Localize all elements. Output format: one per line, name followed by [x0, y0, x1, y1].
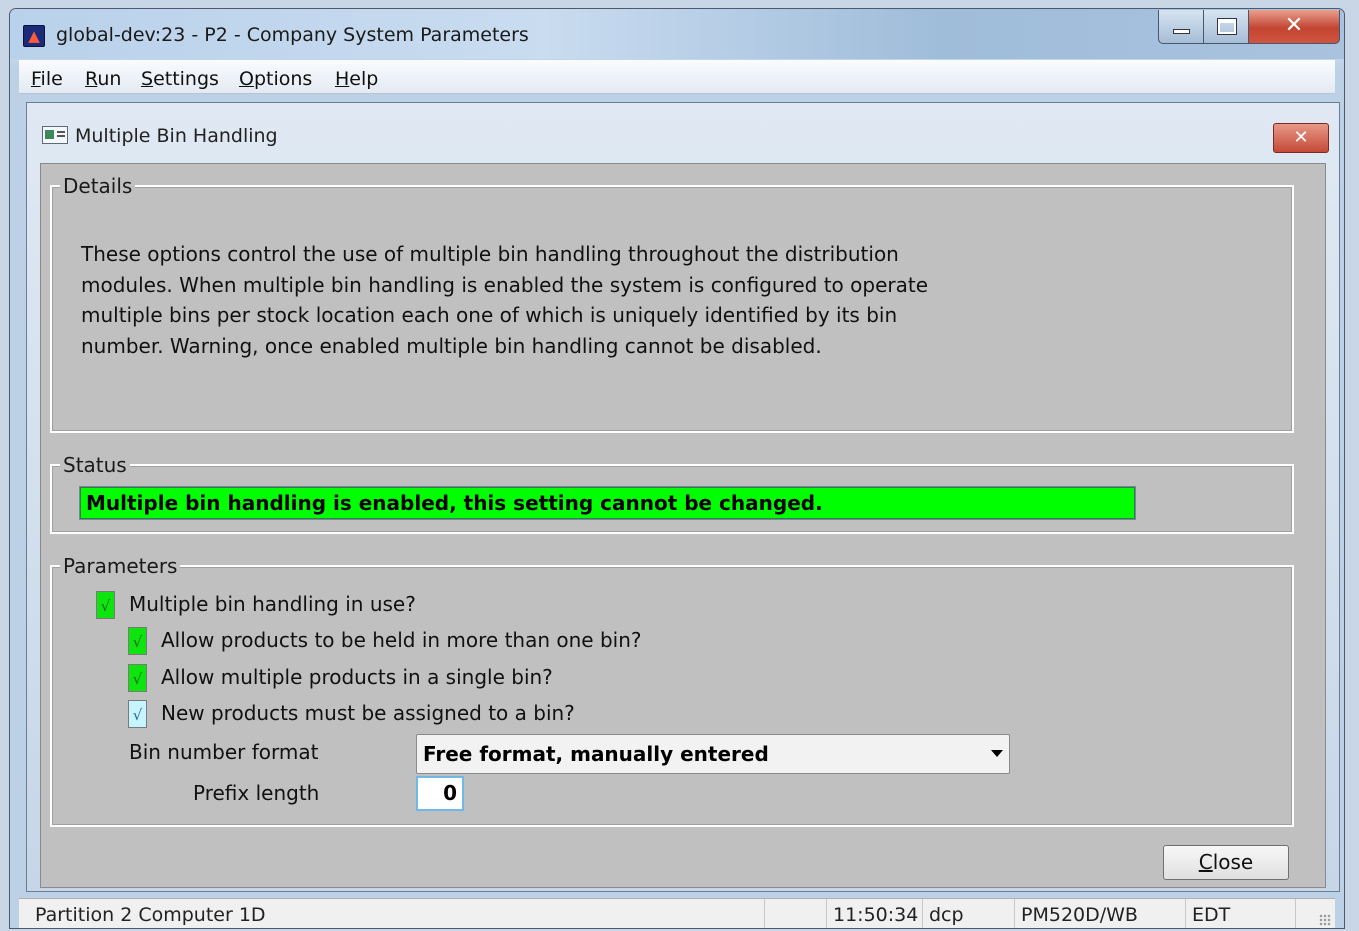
close-button[interactable]: Close — [1163, 845, 1289, 880]
prefix-length-input[interactable]: 0 — [416, 776, 464, 811]
status-user: dcp — [922, 899, 1014, 928]
window-titlebar[interactable]: ▲ global-dev:23 - P2 - Company System Pa… — [10, 9, 1344, 59]
bin-number-format-value: Free format, manually entered — [423, 742, 769, 766]
new-products-assigned-label: New products must be assigned to a bin? — [161, 701, 575, 725]
maximize-button[interactable] — [1203, 10, 1249, 44]
close-icon: ✕ — [1284, 13, 1304, 38]
minimize-button[interactable] — [1158, 10, 1204, 44]
prefix-length-label: Prefix length — [193, 781, 320, 805]
chevron-down-icon[interactable] — [991, 750, 1003, 757]
status-bar: Partition 2 Computer 1D 11:50:34 dcp PM5… — [19, 898, 1335, 928]
window-title: global-dev:23 - P2 - Company System Para… — [56, 24, 529, 46]
dialog-title: Multiple Bin Handling — [75, 125, 278, 147]
status-empty-cell — [764, 899, 826, 928]
menu-run[interactable]: Run — [85, 68, 121, 90]
parameters-group: Parameters √ Multiple bin handling in us… — [50, 555, 1294, 827]
parameters-group-title: Parameters — [60, 555, 181, 577]
status-partition: Partition 2 Computer 1D — [35, 904, 266, 926]
menu-help[interactable]: Help — [335, 68, 378, 90]
new-products-assigned-checkbox[interactable]: √ — [128, 700, 147, 728]
menu-options[interactable]: Options — [239, 68, 312, 90]
maximize-icon — [1217, 18, 1237, 35]
multiple-bin-in-use-label: Multiple bin handling in use? — [129, 592, 416, 616]
status-message: Multiple bin handling is enabled, this s… — [79, 486, 1136, 520]
app-window: ▲ global-dev:23 - P2 - Company System Pa… — [9, 8, 1345, 929]
form-icon — [42, 126, 68, 144]
status-program: PM520D/WB — [1014, 899, 1185, 928]
window-close-button[interactable]: ✕ — [1248, 10, 1340, 44]
multiple-products-single-bin-label: Allow multiple products in a single bin? — [161, 665, 553, 689]
bin-number-format-select[interactable]: Free format, manually entered — [416, 734, 1010, 774]
dialog-close-button[interactable]: ✕ — [1273, 123, 1329, 153]
multiple-products-single-bin-checkbox[interactable]: √ — [128, 664, 147, 692]
multiple-bin-handling-dialog: Multiple Bin Handling ✕ Details These op… — [26, 102, 1340, 892]
menu-settings[interactable]: Settings — [141, 68, 219, 90]
status-group: Status Multiple bin handling is enabled,… — [50, 454, 1294, 534]
status-group-title: Status — [60, 454, 130, 476]
dialog-client-area: Details These options control the use of… — [40, 163, 1326, 888]
minimize-icon — [1173, 29, 1190, 34]
products-more-than-one-bin-label: Allow products to be held in more than o… — [161, 628, 642, 652]
bin-number-format-label: Bin number format — [129, 740, 319, 764]
close-icon: ✕ — [1293, 127, 1309, 148]
details-group: Details These options control the use of… — [50, 175, 1294, 433]
details-text: These options control the use of multipl… — [81, 242, 929, 358]
resize-grip-icon[interactable] — [1319, 914, 1331, 926]
dialog-titlebar[interactable]: Multiple Bin Handling ✕ — [27, 103, 1339, 153]
products-more-than-one-bin-checkbox[interactable]: √ — [128, 627, 147, 655]
details-group-title: Details — [60, 175, 136, 197]
status-time: 11:50:34 — [826, 899, 922, 928]
status-mode: EDT — [1185, 899, 1295, 928]
menu-bar: File Run Settings Options Help — [19, 60, 1335, 94]
menu-file[interactable]: File — [31, 68, 63, 90]
multiple-bin-in-use-checkbox[interactable]: √ — [96, 591, 115, 619]
app-icon[interactable]: ▲ — [23, 25, 45, 47]
